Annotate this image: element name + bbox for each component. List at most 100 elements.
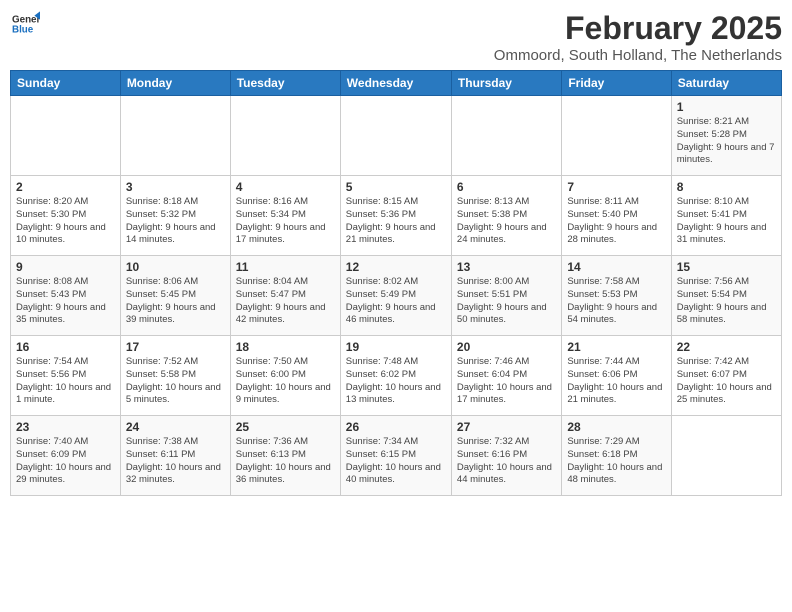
day-info: Sunrise: 8:20 AM Sunset: 5:30 PM Dayligh…	[16, 196, 115, 247]
day-info: Sunrise: 8:00 AM Sunset: 5:51 PM Dayligh…	[457, 276, 556, 327]
logo: General Blue	[10, 10, 40, 38]
calendar-cell	[340, 96, 451, 176]
day-info: Sunrise: 7:54 AM Sunset: 5:56 PM Dayligh…	[16, 356, 115, 407]
col-friday: Friday	[562, 71, 671, 96]
calendar-cell	[11, 96, 121, 176]
calendar-cell: 15Sunrise: 7:56 AM Sunset: 5:54 PM Dayli…	[671, 256, 781, 336]
day-number: 5	[346, 180, 446, 194]
col-thursday: Thursday	[451, 71, 561, 96]
calendar-cell: 11 Sunrise: 8:04 AM Sunset: 5:47 PM Dayli…	[230, 256, 340, 336]
day-number: 1	[677, 100, 776, 114]
col-saturday: Saturday	[671, 71, 781, 96]
title-block: February 2025 Ommoord, South Holland, Th…	[494, 10, 782, 64]
day-info: Sunrise: 8:04 AM Sunset: 5:47 PM Dayligh…	[236, 276, 335, 327]
day-info: Sunrise: 7:48 AM Sunset: 6:02 PM Dayligh…	[346, 356, 446, 407]
day-number: 20	[457, 340, 556, 354]
day-number: 19	[346, 340, 446, 354]
calendar-cell: 24Sunrise: 7:38 AM Sunset: 6:11 PM Dayli…	[120, 416, 230, 496]
page: General Blue February 2025 Ommoord, Sout…	[0, 0, 792, 612]
calendar-cell: 3 Sunrise: 8:18 AM Sunset: 5:32 PM Daylig…	[120, 176, 230, 256]
calendar-cell	[562, 96, 671, 176]
day-info: Sunrise: 7:29 AM Sunset: 6:18 PM Dayligh…	[567, 436, 665, 487]
calendar-cell: 8 Sunrise: 8:10 AM Sunset: 5:41 PM Daylig…	[671, 176, 781, 256]
calendar-week-2: 9 Sunrise: 8:08 AM Sunset: 5:43 PM Daylig…	[11, 256, 782, 336]
day-info: Sunrise: 7:40 AM Sunset: 6:09 PM Dayligh…	[16, 436, 115, 487]
day-info: Sunrise: 8:18 AM Sunset: 5:32 PM Dayligh…	[126, 196, 225, 247]
day-number: 7	[567, 180, 665, 194]
calendar-cell: 9 Sunrise: 8:08 AM Sunset: 5:43 PM Daylig…	[11, 256, 121, 336]
day-number: 14	[567, 260, 665, 274]
calendar-cell: 27Sunrise: 7:32 AM Sunset: 6:16 PM Dayli…	[451, 416, 561, 496]
calendar-cell: 14 Sunrise: 7:58 AM Sunset: 5:53 PM Dayli…	[562, 256, 671, 336]
day-number: 16	[16, 340, 115, 354]
day-number: 28	[567, 420, 665, 434]
day-number: 3	[126, 180, 225, 194]
day-number: 25	[236, 420, 335, 434]
main-title: February 2025	[494, 10, 782, 47]
day-number: 21	[567, 340, 665, 354]
calendar: Sunday Monday Tuesday Wednesday Thursday…	[10, 70, 782, 496]
day-info: Sunrise: 7:32 AM Sunset: 6:16 PM Dayligh…	[457, 436, 556, 487]
calendar-week-3: 16 Sunrise: 7:54 AM Sunset: 5:56 PM Dayli…	[11, 336, 782, 416]
day-info: Sunrise: 7:56 AM Sunset: 5:54 PM Dayligh…	[677, 276, 776, 327]
day-number: 11	[236, 260, 335, 274]
col-sunday: Sunday	[11, 71, 121, 96]
col-tuesday: Tuesday	[230, 71, 340, 96]
calendar-cell: 16 Sunrise: 7:54 AM Sunset: 5:56 PM Dayli…	[11, 336, 121, 416]
day-number: 12	[346, 260, 446, 274]
day-number: 10	[126, 260, 225, 274]
calendar-cell: 6Sunrise: 8:13 AM Sunset: 5:38 PM Daylig…	[451, 176, 561, 256]
day-info: Sunrise: 8:21 AM Sunset: 5:28 PM Dayligh…	[677, 116, 776, 167]
day-number: 9	[16, 260, 115, 274]
day-info: Sunrise: 7:34 AM Sunset: 6:15 PM Dayligh…	[346, 436, 446, 487]
day-number: 6	[457, 180, 556, 194]
calendar-cell: 18 Sunrise: 7:50 AM Sunset: 6:00 PM Dayli…	[230, 336, 340, 416]
calendar-cell: 28 Sunrise: 7:29 AM Sunset: 6:18 PM Dayli…	[562, 416, 671, 496]
day-number: 4	[236, 180, 335, 194]
calendar-week-4: 23 Sunrise: 7:40 AM Sunset: 6:09 PM Dayli…	[11, 416, 782, 496]
day-number: 26	[346, 420, 446, 434]
day-info: Sunrise: 8:10 AM Sunset: 5:41 PM Dayligh…	[677, 196, 776, 247]
calendar-cell: 17Sunrise: 7:52 AM Sunset: 5:58 PM Dayli…	[120, 336, 230, 416]
calendar-cell: 25 Sunrise: 7:36 AM Sunset: 6:13 PM Dayli…	[230, 416, 340, 496]
calendar-cell: 1 Sunrise: 8:21 AM Sunset: 5:28 PM Daylig…	[671, 96, 781, 176]
calendar-cell	[120, 96, 230, 176]
day-info: Sunrise: 7:52 AM Sunset: 5:58 PM Dayligh…	[126, 356, 225, 407]
header: General Blue February 2025 Ommoord, Sout…	[10, 10, 782, 64]
calendar-cell	[451, 96, 561, 176]
calendar-cell: 4Sunrise: 8:16 AM Sunset: 5:34 PM Daylig…	[230, 176, 340, 256]
day-info: Sunrise: 8:15 AM Sunset: 5:36 PM Dayligh…	[346, 196, 446, 247]
day-number: 23	[16, 420, 115, 434]
calendar-cell: 22 Sunrise: 7:42 AM Sunset: 6:07 PM Dayli…	[671, 336, 781, 416]
day-info: Sunrise: 8:02 AM Sunset: 5:49 PM Dayligh…	[346, 276, 446, 327]
day-number: 22	[677, 340, 776, 354]
calendar-header: Sunday Monday Tuesday Wednesday Thursday…	[11, 71, 782, 96]
calendar-cell: 19 Sunrise: 7:48 AM Sunset: 6:02 PM Dayli…	[340, 336, 451, 416]
col-wednesday: Wednesday	[340, 71, 451, 96]
day-number: 8	[677, 180, 776, 194]
calendar-cell: 7Sunrise: 8:11 AM Sunset: 5:40 PM Daylig…	[562, 176, 671, 256]
logo-icon: General Blue	[12, 10, 40, 38]
svg-text:Blue: Blue	[12, 24, 34, 35]
calendar-cell: 13 Sunrise: 8:00 AM Sunset: 5:51 PM Dayli…	[451, 256, 561, 336]
col-monday: Monday	[120, 71, 230, 96]
calendar-cell: 20 Sunrise: 7:46 AM Sunset: 6:04 PM Dayli…	[451, 336, 561, 416]
day-number: 13	[457, 260, 556, 274]
day-info: Sunrise: 7:38 AM Sunset: 6:11 PM Dayligh…	[126, 436, 225, 487]
day-info: Sunrise: 7:46 AM Sunset: 6:04 PM Dayligh…	[457, 356, 556, 407]
day-info: Sunrise: 7:42 AM Sunset: 6:07 PM Dayligh…	[677, 356, 776, 407]
day-info: Sunrise: 8:08 AM Sunset: 5:43 PM Dayligh…	[16, 276, 115, 327]
header-row: Sunday Monday Tuesday Wednesday Thursday…	[11, 71, 782, 96]
day-info: Sunrise: 7:58 AM Sunset: 5:53 PM Dayligh…	[567, 276, 665, 327]
day-number: 18	[236, 340, 335, 354]
subtitle: Ommoord, South Holland, The Netherlands	[494, 47, 782, 64]
calendar-cell: 12 Sunrise: 8:02 AM Sunset: 5:49 PM Dayli…	[340, 256, 451, 336]
calendar-cell	[671, 416, 781, 496]
calendar-cell: 21Sunrise: 7:44 AM Sunset: 6:06 PM Dayli…	[562, 336, 671, 416]
calendar-cell: 10Sunrise: 8:06 AM Sunset: 5:45 PM Dayli…	[120, 256, 230, 336]
calendar-week-0: 1 Sunrise: 8:21 AM Sunset: 5:28 PM Daylig…	[11, 96, 782, 176]
day-info: Sunrise: 7:50 AM Sunset: 6:00 PM Dayligh…	[236, 356, 335, 407]
calendar-cell: 23 Sunrise: 7:40 AM Sunset: 6:09 PM Dayli…	[11, 416, 121, 496]
day-number: 2	[16, 180, 115, 194]
day-info: Sunrise: 7:36 AM Sunset: 6:13 PM Dayligh…	[236, 436, 335, 487]
